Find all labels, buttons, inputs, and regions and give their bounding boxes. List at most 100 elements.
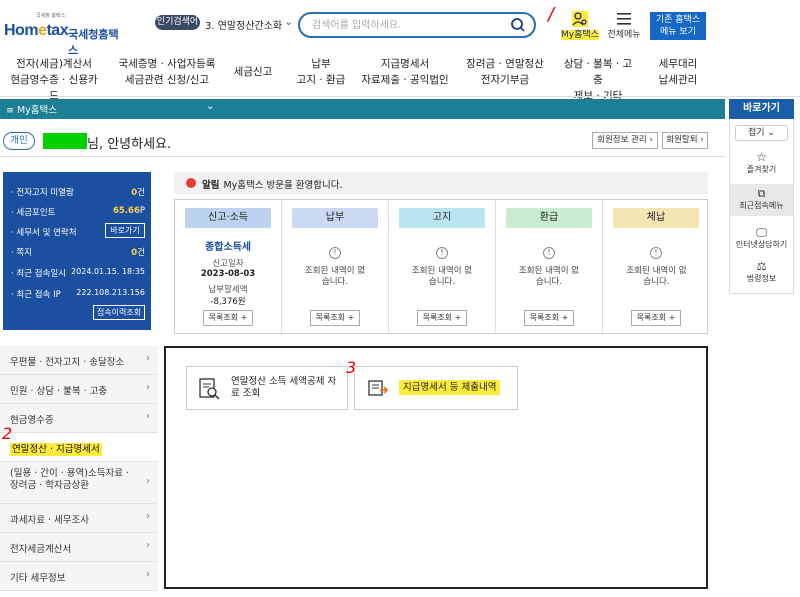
my-hometax-label: My홈택스	[561, 30, 599, 40]
card-header: 신고·소득	[185, 208, 271, 228]
access-history-button[interactable]: 접속이력조회	[93, 305, 145, 320]
statement-history-label-wrap: 지급명세서 등 제출내역	[399, 380, 501, 395]
popular-search-badge: 인기검색어	[155, 15, 200, 30]
quick-internet-consult[interactable]: 🖵 인터넷상담하기	[730, 226, 793, 256]
report-date-label: 신고일자	[212, 259, 244, 269]
card-header: 고지	[399, 208, 485, 228]
quick-favorites[interactable]: ☆ 즐겨찾기	[730, 150, 793, 180]
quick-fold-button[interactable]: 접기 ⌄	[735, 125, 788, 141]
old-hometax-line2: 메뉴 보기	[660, 27, 696, 37]
e-notice-count[interactable]: 0건	[131, 186, 145, 198]
left-menu-etc[interactable]: 기타 세무정보 ›	[0, 562, 158, 591]
no-records-text: 조회된 내역이 없습니다.	[626, 266, 687, 287]
info-icon: !	[543, 247, 555, 259]
document-export-icon	[368, 380, 389, 396]
star-icon: ☆	[756, 150, 767, 164]
nav-item-tax-agent[interactable]: 세무대리 납세관리	[646, 56, 710, 88]
income-tax-link[interactable]: 종합소득세	[175, 238, 281, 253]
nav-item-payment[interactable]: 납부 고지 · 환급	[290, 56, 352, 88]
chevron-right-icon: ›	[146, 511, 150, 522]
report-date: 2023-08-03	[200, 269, 256, 279]
nav-item-payment-statement[interactable]: 지급명세서 자료제출 · 공익법인	[360, 56, 450, 88]
recent-menu-icon: ⧉	[757, 187, 766, 200]
withdraw-button[interactable]: 회원탈퇴 ›	[662, 132, 708, 149]
chevron-down-icon[interactable]: ⌄	[284, 15, 293, 28]
left-menu-civil[interactable]: 민원 · 상담 · 불복 · 고충 ›	[0, 375, 158, 404]
left-menu-label: 기타 세무정보	[10, 573, 66, 584]
chevron-right-icon: ›	[146, 476, 150, 487]
annotation-2: 2	[2, 424, 13, 443]
left-menu-label: 연말정산 · 지급명세서	[10, 443, 102, 456]
note-count[interactable]: 0건	[131, 246, 145, 258]
list-view-button[interactable]: 목록조회 +	[417, 310, 467, 326]
deduction-data-card[interactable]: 연말정산 소득 세액공제 자료 조회	[186, 366, 348, 410]
list-view-button[interactable]: 목록조회 +	[524, 310, 574, 326]
card-header: 체납	[613, 208, 699, 228]
left-menu-cash-receipt[interactable]: 현금영수증 ›	[0, 404, 158, 433]
left-menu-income-data[interactable]: (일용 · 간이 · 용역)소득자료 · 장려금 · 학자금상환 ›	[0, 462, 158, 504]
left-menu-label-wrap: 연말정산 · 지급명세서	[10, 441, 102, 456]
alert-text: My홈택스 방문을 환영합니다.	[223, 180, 343, 191]
info-icon: !	[436, 247, 448, 259]
info-label: · 쪽지	[11, 248, 33, 258]
status-card-arrears: 체납 ! 조회된 내역이 없습니다. 목록조회 +	[603, 200, 710, 333]
no-records-text: 조회된 내역이 없습니다.	[518, 266, 580, 287]
left-menu-e-invoice[interactable]: 전자세금계산서 ›	[0, 533, 158, 562]
tax-due-amount: -8,376원	[210, 297, 246, 307]
status-card-notice: 고지 ! 조회된 내역이 없습니다. 목록조회 +	[389, 200, 496, 333]
status-card-report: 신고·소득 종합소득세 신고일자 2023-08-03 납부할세액 -8,376…	[175, 200, 282, 333]
nav-item-tax-return[interactable]: 세금신고	[228, 64, 278, 80]
my-hometax-button[interactable]: My홈택스	[558, 10, 602, 40]
user-gear-icon	[572, 11, 588, 27]
left-menu-mail[interactable]: 우편물 · 전자고지 · 송달장소 ›	[0, 346, 158, 375]
tax-points[interactable]: 65.66P	[113, 206, 145, 216]
redacted-user-name	[43, 133, 87, 149]
submenu-panel: 연말정산 소득 세액공제 자료 조회 지급명세서 등 제출내역 3	[164, 346, 708, 589]
status-card-refund: 환급 ! 조회된 내역이 없습니다. 목록조회 +	[496, 200, 603, 333]
nav-item-certificate[interactable]: 국세증명 · 사업자등록 세금관련 신청/신고	[116, 56, 218, 88]
list-view-button[interactable]: 목록조회 +	[203, 310, 253, 326]
card-header: 환급	[506, 208, 592, 228]
document-search-icon	[199, 378, 220, 400]
info-label: · 최근 접속일시	[11, 269, 67, 279]
quick-panel-title: 바로가기	[729, 99, 794, 119]
quick-law-info[interactable]: ⚖ 법령정보	[730, 260, 793, 290]
list-view-button[interactable]: 목록조회 +	[631, 310, 681, 326]
logo-tagline: 국세청 홈택스	[36, 13, 66, 19]
user-type-tag: 개인	[3, 132, 35, 150]
old-hometax-menu-button[interactable]: 기존 홈택스 메뉴 보기	[650, 12, 706, 40]
last-login-ip: 222.108.213.156	[76, 288, 145, 297]
hometax-logo[interactable]: 국세청 홈택스 Hometax 국세청홈택스	[4, 12, 120, 57]
my-hometax-bar[interactable]: ≡ My홈택스 ⌄	[0, 99, 725, 119]
chevron-right-icon: ›	[146, 411, 150, 422]
chevron-right-icon: ›	[146, 353, 150, 364]
logo-wordmark: Hometax	[4, 22, 69, 39]
search-icon[interactable]	[510, 17, 526, 33]
left-menu-label: 현금영수증	[10, 415, 54, 426]
member-info-button[interactable]: 회원정보 관리 ›	[592, 132, 658, 149]
quick-recent-menu[interactable]: ⧉ 최근접속메뉴	[730, 184, 793, 216]
search-input[interactable]	[312, 18, 502, 32]
statement-history-card[interactable]: 지급명세서 등 제출내역	[354, 366, 518, 410]
left-menu-year-end[interactable]: 연말정산 · 지급명세서	[0, 433, 158, 462]
left-menu-tax-data[interactable]: 과세자료 · 세무조사 ›	[0, 504, 158, 533]
quick-consult-label: 인터넷상담하기	[735, 240, 788, 249]
alert-banner: 알림 My홈택스 방문을 환영합니다.	[174, 172, 708, 194]
all-menu-button[interactable]: 전체메뉴	[606, 10, 642, 40]
list-view-button[interactable]: 목록조회 +	[310, 310, 360, 326]
info-label: · 세금포인트	[11, 208, 56, 218]
info-label: · 전자고지 미열람	[11, 188, 74, 198]
no-records-text: 조회된 내역이 없습니다.	[411, 266, 473, 287]
last-login-time: 2024.01.15. 18:35	[71, 267, 145, 276]
greeting-text: 님, 안녕하세요.	[87, 137, 172, 152]
chevron-down-icon[interactable]: ⌄	[206, 101, 214, 112]
annotation-3: 3	[346, 358, 357, 377]
left-menu-label: 과세자료 · 세무조사	[10, 515, 89, 526]
deduction-data-label: 연말정산 소득 세액공제 자료 조회	[231, 376, 337, 399]
nav-item-year-end[interactable]: 장려금 · 연말정산 전자기부금	[460, 56, 550, 88]
left-menu-label: (일용 · 간이 · 용역)소득자료 · 장려금 · 학자금상환	[10, 468, 129, 491]
info-label: · 최근 접속 IP	[11, 290, 61, 300]
popular-search-term[interactable]: 3. 연말정산간소화	[205, 17, 282, 32]
info-label: · 세무서 및 연락처	[11, 228, 77, 238]
tax-office-shortcut-button[interactable]: 바로가기	[105, 223, 145, 238]
